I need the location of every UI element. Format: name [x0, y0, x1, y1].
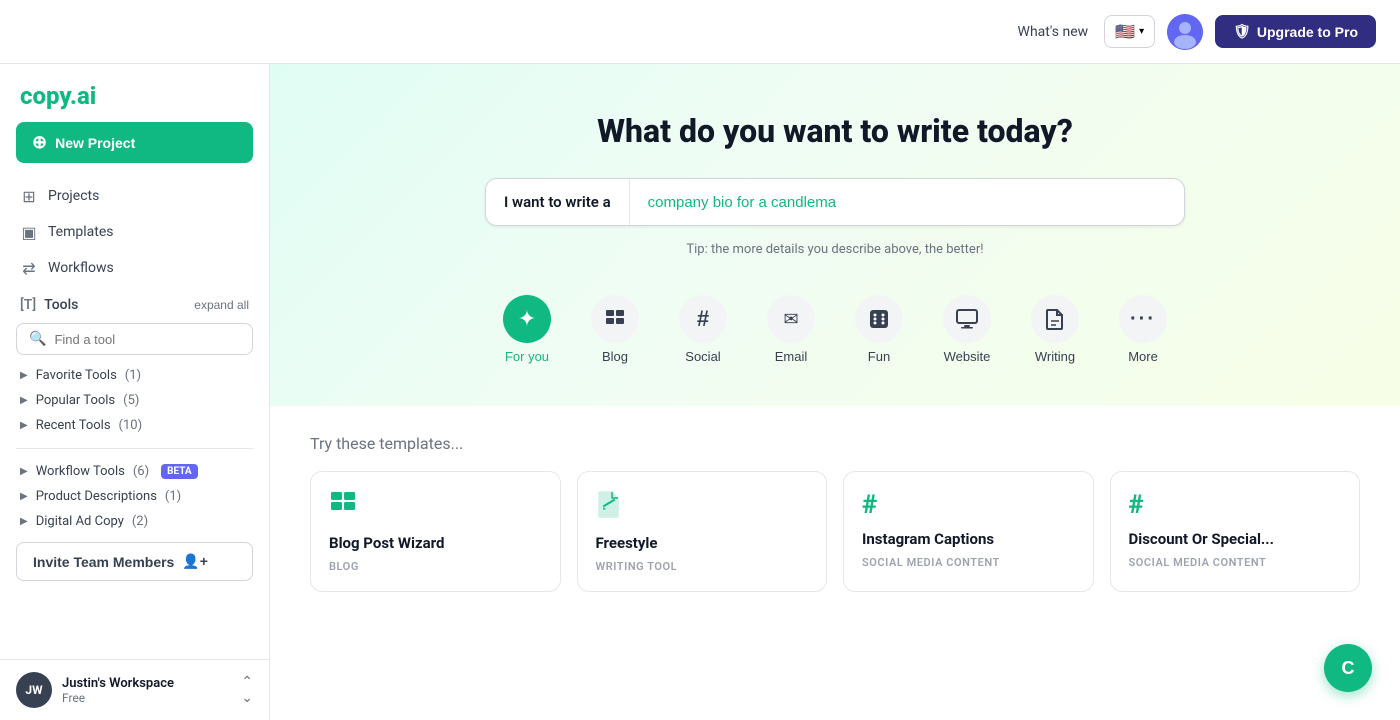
tools-label: Tools — [44, 297, 78, 313]
expand-all-button[interactable]: expand all — [194, 298, 249, 312]
digital-ad-copy-category[interactable]: ▶ Digital Ad Copy (2) — [0, 509, 269, 534]
upgrade-button[interactable]: 🛡 Upgrade to Pro — [1215, 15, 1376, 48]
template-category: BLOG — [329, 560, 542, 573]
template-card-discount[interactable]: # Discount Or Special... SOCIAL MEDIA CO… — [1110, 471, 1361, 592]
main-content: What do you want to write today? I want … — [270, 64, 1400, 720]
hero-title: What do you want to write today? — [310, 112, 1360, 150]
chevron-down-icon: ▾ — [1139, 26, 1144, 37]
popular-tools-category[interactable]: ▶ Popular Tools (5) — [0, 388, 269, 413]
sidebar-navigation: ⊞ Projects ▣ Templates ⇄ Workflows — [0, 179, 269, 285]
write-input[interactable] — [630, 180, 1184, 225]
workspace-name: Justin's Workspace — [62, 676, 231, 691]
user-avatar[interactable] — [1167, 14, 1203, 50]
search-icon: 🔍 — [29, 331, 46, 347]
sidebar-item-workflows[interactable]: ⇄ Workflows — [8, 251, 261, 285]
invite-team-members-button[interactable]: Invite Team Members 👤+ — [16, 542, 253, 581]
chevron-up-down-icon: ⌃⌄ — [241, 674, 253, 706]
tab-email[interactable]: ✉ Email — [751, 285, 831, 374]
logo: copy.ai — [0, 64, 269, 122]
dice-icon — [855, 295, 903, 343]
templates-title: Try these templates... — [310, 434, 1360, 453]
user-add-icon: 👤+ — [182, 553, 208, 570]
hashtag-icon: # — [679, 295, 727, 343]
whats-new-link[interactable]: What's new — [1018, 24, 1089, 40]
template-category: WRITING TOOL — [596, 560, 809, 573]
tool-bracket-icon: [T] — [20, 297, 36, 313]
plus-icon: ⊕ — [32, 132, 47, 153]
hero-tip: Tip: the more details you describe above… — [310, 242, 1360, 257]
tab-more[interactable]: ··· More — [1103, 285, 1183, 374]
monitor-icon — [943, 295, 991, 343]
write-label: I want to write a — [486, 179, 630, 225]
tab-blog[interactable]: Blog — [575, 285, 655, 374]
template-name: Discount Or Special... — [1129, 530, 1342, 548]
shield-icon: 🛡 — [1233, 23, 1251, 40]
sidebar-item-projects[interactable]: ⊞ Projects — [8, 179, 261, 213]
workspace-footer[interactable]: JW Justin's Workspace Free ⌃⌄ — [0, 659, 269, 720]
template-category: SOCIAL MEDIA CONTENT — [862, 556, 1075, 569]
template-name: Instagram Captions — [862, 530, 1075, 548]
hero-section: What do you want to write today? I want … — [270, 64, 1400, 406]
tab-website[interactable]: Website — [927, 285, 1007, 374]
recent-tools-category[interactable]: ▶ Recent Tools (10) — [0, 413, 269, 438]
workflows-icon: ⇄ — [20, 259, 38, 277]
grid-icon — [591, 295, 639, 343]
template-card-instagram[interactable]: # Instagram Captions SOCIAL MEDIA CONTEN… — [843, 471, 1094, 592]
templates-icon: ▣ — [20, 223, 38, 241]
template-card-blog-wizard[interactable]: Blog Post Wizard BLOG — [310, 471, 561, 592]
chevron-right-icon: ▶ — [20, 516, 28, 527]
templates-grid: Blog Post Wizard BLOG Freestyle WRITING … — [310, 471, 1360, 592]
chevron-right-icon: ▶ — [20, 420, 28, 431]
template-card-freestyle[interactable]: Freestyle WRITING TOOL — [577, 471, 828, 592]
favorite-tools-category[interactable]: ▶ Favorite Tools (1) — [0, 363, 269, 388]
chevron-right-icon: ▶ — [20, 466, 28, 477]
email-icon: ✉ — [767, 295, 815, 343]
discount-icon: # — [1129, 490, 1342, 520]
tool-search-box[interactable]: 🔍 — [16, 323, 253, 355]
tool-tabs: ✦ For you Blog # — [310, 285, 1360, 374]
projects-icon: ⊞ — [20, 187, 38, 205]
sparkle-icon: ✦ — [503, 295, 551, 343]
top-header: What's new 🇺🇸 ▾ 🛡 Upgrade to Pro — [0, 0, 1400, 64]
tools-section-header: [T] Tools expand all — [0, 289, 269, 317]
chat-fab-button[interactable]: C — [1324, 644, 1372, 692]
workspace-avatar: JW — [16, 672, 52, 708]
language-selector[interactable]: 🇺🇸 ▾ — [1104, 15, 1155, 48]
ellipsis-icon: ··· — [1119, 295, 1167, 343]
chevron-right-icon: ▶ — [20, 395, 28, 406]
blog-wizard-icon — [329, 490, 542, 524]
tab-social[interactable]: # Social — [663, 285, 743, 374]
beta-badge: BETA — [161, 464, 198, 479]
flag-icon: 🇺🇸 — [1115, 22, 1135, 41]
freestyle-icon — [596, 490, 809, 524]
document-icon — [1031, 295, 1079, 343]
workflow-tools-category[interactable]: ▶ Workflow Tools (6) BETA — [0, 459, 269, 484]
tab-writing[interactable]: Writing — [1015, 285, 1095, 374]
sidebar-divider — [16, 448, 253, 449]
sidebar-item-templates[interactable]: ▣ Templates — [8, 215, 261, 249]
instagram-icon: # — [862, 490, 1075, 520]
template-name: Blog Post Wizard — [329, 534, 542, 552]
tab-for-you[interactable]: ✦ For you — [487, 285, 567, 374]
new-project-button[interactable]: ⊕ New Project — [16, 122, 253, 163]
chevron-right-icon: ▶ — [20, 370, 28, 381]
product-descriptions-category[interactable]: ▶ Product Descriptions (1) — [0, 484, 269, 509]
logo-text: copy.ai — [20, 82, 96, 110]
write-input-container: I want to write a — [485, 178, 1185, 226]
template-name: Freestyle — [596, 534, 809, 552]
chevron-right-icon: ▶ — [20, 491, 28, 502]
template-category: SOCIAL MEDIA CONTENT — [1129, 556, 1342, 569]
search-input[interactable] — [54, 332, 240, 347]
tab-fun[interactable]: Fun — [839, 285, 919, 374]
workspace-plan: Free — [62, 691, 231, 705]
templates-section: Try these templates... Blog Post Wizard … — [270, 406, 1400, 620]
sidebar: copy.ai ⊕ New Project ⊞ Projects ▣ Templ… — [0, 64, 270, 720]
main-layout: copy.ai ⊕ New Project ⊞ Projects ▣ Templ… — [0, 64, 1400, 720]
